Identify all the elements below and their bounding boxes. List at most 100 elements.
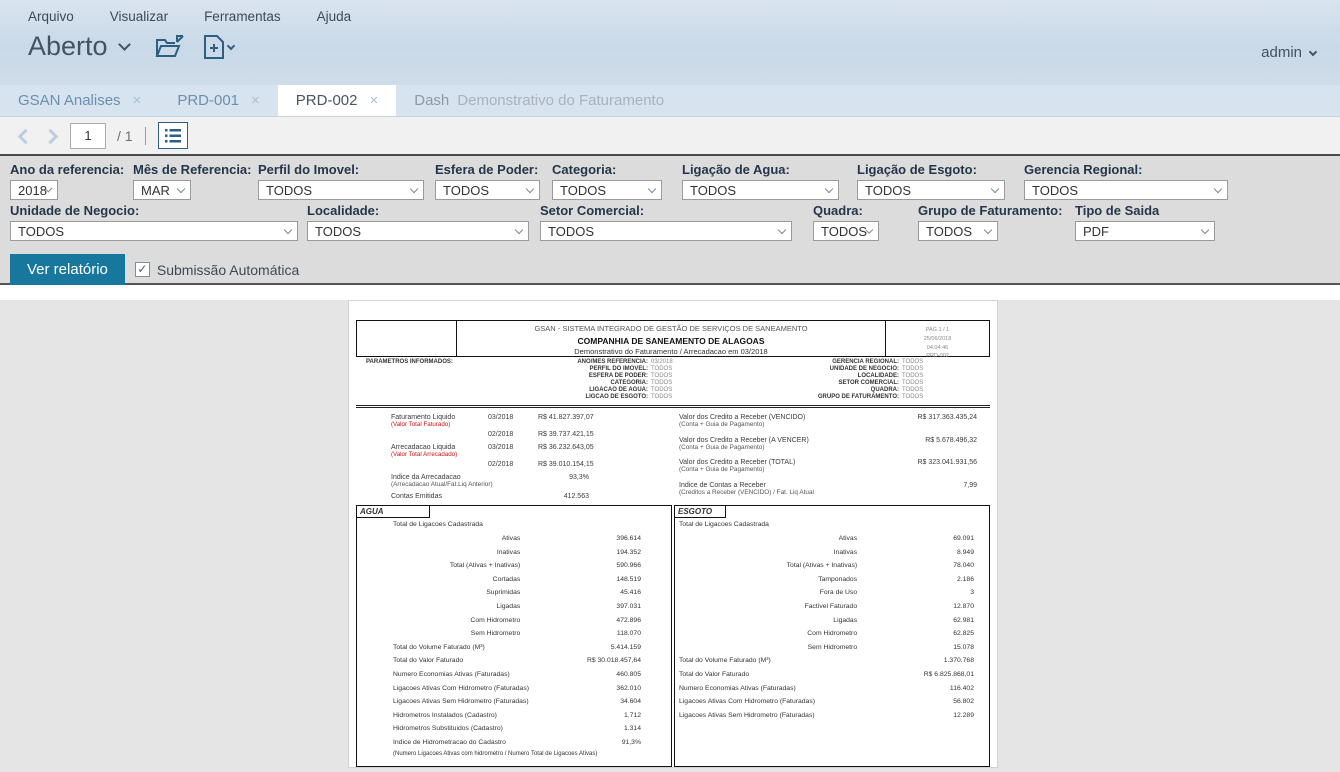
chevron-left-icon[interactable] — [12, 125, 34, 147]
filter-select[interactable]: PDF — [1075, 221, 1215, 241]
open-dropdown[interactable]: Aberto — [28, 31, 129, 62]
table-row: Total (Ativas + Inativas) 78.040 — [675, 562, 989, 576]
filter-select[interactable]: TODOS — [813, 221, 879, 241]
filter-select[interactable]: TODOS — [307, 221, 529, 241]
row-value: R$ 6.825.868,01 — [749, 671, 989, 678]
new-file-icon[interactable] — [203, 34, 234, 60]
table-row: Com Hidrometro 62.825 — [675, 630, 989, 644]
row-value: 194.352 — [520, 549, 671, 556]
parameters-col-2: GERENCIA REGIONAL: TODOS UNIDADE DE NEGO… — [729, 359, 950, 401]
row-value: 362.010 — [529, 685, 671, 692]
param-value: TODOS — [902, 387, 950, 394]
row-label: Total (Ativas + Inativas) — [675, 562, 857, 569]
summary-value: R$ 36.232.643,05 — [538, 444, 651, 458]
filter-label: Perfil do Imovel: — [258, 162, 430, 177]
row-value: 397.031 — [520, 603, 671, 610]
row-label: Total de Ligacoes Cadastrada — [675, 521, 769, 528]
filter-select[interactable]: TODOS — [857, 180, 1005, 200]
summary-label: Valor dos Credito a Receber (A VENCER) — [679, 437, 867, 444]
filter-select[interactable]: MAR — [133, 180, 191, 200]
report-viewer: GSAN - SISTEMA INTEGRADO DE GESTÃO DE SE… — [0, 300, 1340, 772]
row-label: Com Hidrometro — [675, 630, 857, 637]
filter-item: Tipo de Saida PDF — [1075, 203, 1217, 241]
report-header-table: GSAN - SISTEMA INTEGRADO DE GESTÃO DE SE… — [356, 320, 990, 357]
filter-select[interactable]: TODOS — [258, 180, 424, 200]
filter-select[interactable]: TODOS — [435, 180, 540, 200]
param-key: QUADRA: — [729, 387, 899, 394]
tab-prd-002[interactable]: PRD-002 × — [278, 85, 396, 116]
report-parameters: PARAMETROS INFORMADOS: ANO/MES REFERENCI… — [356, 357, 990, 408]
sewage-rows: Total de Ligacoes Cadastrada Ativas 69.0… — [675, 521, 989, 725]
page-info-line: 04:04:46 — [886, 344, 989, 353]
close-icon[interactable]: × — [369, 93, 378, 108]
tab-prd-001[interactable]: PRD-001 × — [159, 85, 277, 116]
tab-gsan-analises[interactable]: GSAN Analises × — [0, 85, 159, 116]
chevron-down-icon — [226, 41, 234, 49]
filter-select[interactable]: TODOS — [918, 221, 998, 241]
selected-value: TODOS — [690, 183, 736, 198]
close-icon[interactable]: × — [133, 93, 142, 108]
filter-item: Categoria: TODOS — [552, 162, 677, 200]
param-key: PERFIL DO IMOVEL: — [478, 366, 648, 373]
filter-select[interactable]: 2018 — [10, 180, 58, 200]
open-folder-icon[interactable] — [155, 34, 185, 60]
row-value: 460.805 — [510, 671, 671, 678]
list-view-icon[interactable] — [158, 122, 188, 149]
chevron-right-icon[interactable] — [41, 125, 63, 147]
report-page-info: PAG 1 / 125/06/201804:04:46PRD-002 — [886, 321, 989, 356]
menu-item[interactable]: Visualizar — [110, 9, 168, 24]
summary-label: Contas Emitidas — [391, 493, 488, 500]
view-report-button[interactable]: Ver relatório — [10, 254, 125, 285]
row-value: 78.040 — [857, 562, 989, 569]
row-label: Numero Economias Ativas (Faturadas) — [357, 671, 510, 678]
filter-item: Setor Comercial: TODOS — [540, 203, 808, 241]
report-subtitle: Demonstrativo do Faturamento / Arrecadac… — [457, 347, 885, 358]
chevron-down-icon — [778, 226, 786, 234]
table-row: Hidrometros Instalados (Cadastro) 1.712 — [357, 712, 671, 726]
water-table: AGUA Total de Ligacoes Cadastrada — [356, 505, 672, 767]
chevron-down-icon — [177, 185, 185, 193]
filter-select[interactable]: TODOS — [682, 180, 839, 200]
table-row: Ligacoes Ativas Com Hidrometro (Faturada… — [357, 685, 671, 699]
menu-item[interactable]: Ajuda — [317, 9, 352, 24]
param-value: TODOS — [902, 380, 950, 387]
row-label: Total do Volume Faturado (M³) — [357, 644, 485, 651]
chevron-down-icon — [118, 38, 131, 51]
summary-period: 03/2018 — [488, 444, 538, 458]
filter-select[interactable]: TODOS — [540, 221, 792, 241]
page-info-line: PAG 1 / 1 — [886, 326, 989, 335]
row-value: 69.091 — [857, 535, 989, 542]
row-value: 396.614 — [520, 535, 671, 542]
summary-period: 03/2018 — [488, 414, 538, 428]
table-row: Fora de Uso 3 — [675, 589, 989, 603]
table-row: Ligadas 397.031 — [357, 603, 671, 617]
user-menu[interactable]: admin — [1261, 44, 1316, 61]
table-row: Numero Economias Ativas (Faturadas) 460.… — [357, 671, 671, 685]
summary-row: Contas Emitidas 412.563 — [391, 493, 646, 500]
tab-dash[interactable]: Dash — [396, 85, 453, 116]
param-key: UNIDADE DE NEGOCIO: — [729, 366, 899, 373]
table-row: Total do Valor Faturado R$ 6.825.868,01 — [675, 671, 989, 685]
param-value: TODOS — [902, 394, 950, 401]
summary-value: R$ 5.678.496,32 — [867, 437, 977, 451]
menu-item[interactable]: Arquivo — [28, 9, 74, 24]
param-value: TODOS — [651, 387, 699, 394]
filter-label: Localidade: — [307, 203, 535, 218]
chevron-down-icon — [515, 226, 523, 234]
app-header: Arquivo Visualizar Ferramentas Ajuda Aberto… — [0, 0, 1340, 85]
filter-select[interactable]: TODOS — [1024, 180, 1228, 200]
filter-select[interactable]: TODOS — [552, 180, 662, 200]
auto-submit-checkbox[interactable]: ✓ — [135, 262, 150, 277]
filter-item: Localidade: TODOS — [307, 203, 535, 241]
selected-value: MAR — [141, 183, 170, 198]
row-label: Tamponados — [675, 576, 857, 583]
filter-item: Quadra: TODOS — [813, 203, 913, 241]
row-label: Total do Valor Faturado — [675, 671, 749, 678]
page-number-input[interactable] — [70, 123, 106, 149]
table-row: Suprimidas 45.416 — [357, 589, 671, 603]
close-icon[interactable]: × — [251, 93, 260, 108]
user-name: admin — [1261, 44, 1302, 61]
filter-item: Ano da referencia: 2018 — [10, 162, 128, 200]
filter-select[interactable]: TODOS — [10, 221, 298, 241]
menu-item[interactable]: Ferramentas — [204, 9, 281, 24]
